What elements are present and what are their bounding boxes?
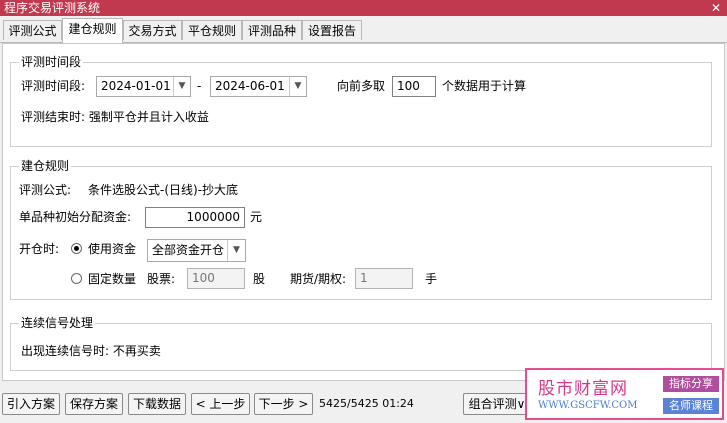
prev-step-button[interactable]: < 上一步 xyxy=(191,393,250,415)
signal-text: 出现连续信号时: 不再买卖 xyxy=(21,344,161,358)
formula-value: 条件选股公式-(日线)-抄大底 xyxy=(88,183,239,197)
next-step-button[interactable]: 下一步 > xyxy=(254,393,313,415)
period-group: 评测时间段 xyxy=(10,54,712,147)
capital-label: 单品种初始分配资金: xyxy=(19,210,132,224)
tab-instruments[interactable]: 评测品种 xyxy=(242,20,302,40)
save-plan-button[interactable]: 保存方案 xyxy=(65,393,123,415)
stock-qty-input[interactable]: 100 xyxy=(187,268,245,289)
tab-build-rules[interactable]: 建仓规则 xyxy=(62,18,123,43)
signal-legend: 连续信号处理 xyxy=(19,315,96,331)
watermark-url: WWW.GSCFW.COM xyxy=(538,400,638,411)
watermark-logo: 股市财富网 WWW.GSCFW.COM 指标分享 名师课程 xyxy=(525,368,724,420)
funds-mode-value: 全部资金开仓 xyxy=(152,243,225,257)
use-funds-label[interactable]: 使用资金 xyxy=(88,240,136,258)
build-legend: 建仓规则 xyxy=(19,158,72,174)
date-dash: - xyxy=(197,79,202,93)
watermark-brand: 股市财富网 xyxy=(538,379,628,399)
futures-unit: 手 xyxy=(425,272,438,286)
window-title: 程序交易评测系统 xyxy=(4,1,101,15)
period-legend: 评测时间段 xyxy=(19,54,84,70)
close-icon[interactable]: ✕ xyxy=(711,0,721,16)
use-funds-radio[interactable] xyxy=(71,243,82,254)
stock-unit: 股 xyxy=(253,272,266,286)
end-date-value: 2024-06-01 xyxy=(215,79,285,93)
chevron-down-icon[interactable]: ▼ xyxy=(289,77,306,96)
stock-label: 股票: xyxy=(147,272,176,286)
tab-close-rules[interactable]: 平仓规则 xyxy=(182,20,242,40)
funds-mode-select[interactable]: 全部资金开仓 ▼ xyxy=(147,239,246,262)
futures-label: 期货/期权: xyxy=(290,272,347,286)
lookback-prefix: 向前多取 xyxy=(337,79,386,93)
watermark-tag-courses: 名师课程 xyxy=(663,398,719,414)
fixed-qty-label[interactable]: 固定数量 xyxy=(88,270,136,288)
end-note: 评测结束时: 强制平仓并且计入收益 xyxy=(21,110,209,124)
tab-strip: 评测公式 建仓规则 交易方式 平仓规则 评测品种 设置报告 xyxy=(0,18,727,43)
formula-label: 评测公式: xyxy=(19,183,72,197)
fixed-qty-radio[interactable] xyxy=(71,273,82,284)
tab-trade-mode[interactable]: 交易方式 xyxy=(123,20,182,40)
download-data-button[interactable]: 下载数据 xyxy=(128,393,186,415)
lookback-suffix: 个数据用于计算 xyxy=(442,79,527,93)
combo-eval-button[interactable]: 组合评测∨ xyxy=(463,393,531,415)
chevron-down-icon[interactable]: ▼ xyxy=(173,77,190,96)
capital-unit: 元 xyxy=(250,210,263,224)
open-label: 开仓时: xyxy=(19,242,60,256)
capital-input[interactable]: 1000000 xyxy=(145,207,245,228)
tab-formula[interactable]: 评测公式 xyxy=(3,20,62,40)
lookback-input[interactable]: 100 xyxy=(392,76,436,97)
futures-qty-input[interactable]: 1 xyxy=(355,268,413,289)
import-plan-button[interactable]: 引入方案 xyxy=(2,393,60,415)
start-date-picker[interactable]: 2024-01-01 ▼ xyxy=(96,76,191,97)
chevron-down-icon[interactable]: ▼ xyxy=(227,240,245,261)
period-range-label: 评测时间段: xyxy=(21,79,86,93)
watermark-tag-indicators: 指标分享 xyxy=(663,376,719,392)
title-bar: 程序交易评测系统 ✕ xyxy=(0,0,727,16)
start-date-value: 2024-01-01 xyxy=(101,79,171,93)
tab-report-settings[interactable]: 设置报告 xyxy=(302,20,362,40)
end-date-picker[interactable]: 2024-06-01 ▼ xyxy=(210,76,307,97)
progress-status: 5425/5425 01:24 xyxy=(319,397,414,410)
